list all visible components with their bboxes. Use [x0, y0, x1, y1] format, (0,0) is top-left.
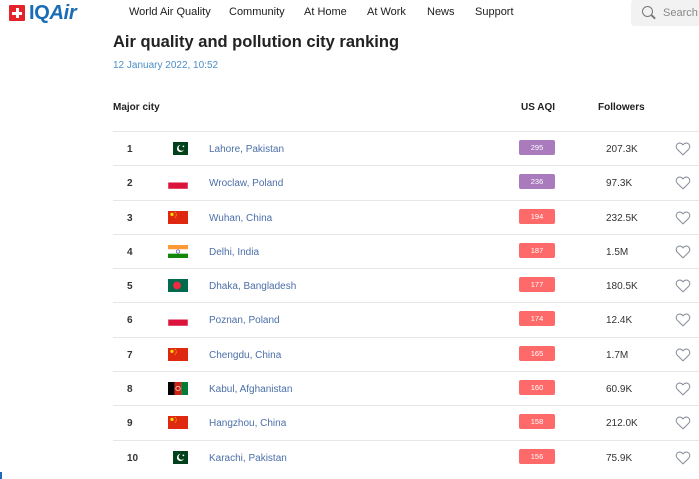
nav-support[interactable]: Support — [475, 6, 514, 18]
followers-count: 12.4K — [606, 315, 633, 327]
table-row[interactable]: 1 Lahore, Pakistan 295 207.3K — [113, 131, 699, 165]
table-row[interactable]: 10 Karachi, Pakistan 156 75.9K — [113, 439, 699, 474]
aqi-badge: 194 — [519, 208, 555, 224]
rank: 5 — [127, 281, 133, 293]
table-row[interactable]: 9 Hangzhou, China 158 212.0K — [113, 405, 699, 439]
rank: 1 — [127, 144, 133, 155]
city-link[interactable]: Poznan, Poland — [209, 315, 280, 326]
aqi-badge: 160 — [519, 380, 555, 396]
swiss-flag-icon — [9, 5, 25, 21]
city-link[interactable]: Dhaka, Bangladesh — [209, 281, 296, 292]
city-link[interactable]: Hangzhou, China — [209, 418, 286, 429]
heart-icon[interactable] — [675, 450, 691, 465]
ranking-table: 1 Lahore, Pakistan 295 207.3K 2 Wroclaw, Pola… — [113, 131, 699, 474]
poland-flag-icon — [168, 313, 188, 327]
heart-icon[interactable] — [675, 141, 691, 156]
rank: 7 — [127, 349, 133, 361]
heart-icon[interactable] — [675, 381, 691, 396]
table-row[interactable]: 3 Wuhan, China 194 232.5K — [113, 199, 699, 234]
table-row[interactable]: 6 Poznan, Poland 174 12.4K — [113, 302, 699, 336]
table-row[interactable]: 5 Dhaka, Bangladesh 177 180.5K — [113, 268, 699, 302]
city-link[interactable]: Delhi, India — [209, 247, 259, 258]
followers-count: 60.9K — [606, 384, 633, 396]
city-link[interactable]: Wroclaw, Poland — [209, 178, 283, 189]
top-navigation-bar: IQAir World Air Quality Community At Hom… — [0, 0, 699, 27]
china-flag-icon — [168, 210, 188, 224]
rank: 2 — [127, 178, 133, 190]
rank: 3 — [127, 212, 133, 224]
rank: 8 — [127, 384, 133, 396]
followers-count: 97.3K — [606, 178, 633, 190]
table-row[interactable]: 2 Wroclaw, Poland 236 97.3K — [113, 165, 699, 199]
nav-news[interactable]: News — [427, 6, 455, 18]
logo-text: IQAir — [29, 2, 77, 24]
china-flag-icon — [168, 416, 188, 430]
pakistan-flag-icon — [168, 450, 188, 464]
table-row[interactable]: 7 Chengdu, China 165 1.7M — [113, 336, 699, 371]
india-flag-icon — [168, 244, 188, 258]
city-link[interactable]: Chengdu, China — [209, 350, 281, 361]
page-title: Air quality and pollution city ranking — [113, 33, 400, 51]
heart-icon[interactable] — [675, 244, 691, 259]
aqi-badge: 174 — [519, 311, 555, 327]
city-link[interactable]: Karachi, Pakistan — [209, 453, 287, 464]
city-link[interactable]: Lahore, Pakistan — [209, 144, 284, 155]
table-row[interactable]: 4 Delhi, India 187 1.5M — [113, 233, 699, 268]
city-link[interactable]: Wuhan, China — [209, 213, 272, 224]
followers-count: 207.3K — [606, 144, 638, 155]
column-header-aqi: US AQI — [521, 102, 556, 113]
china-flag-icon — [168, 347, 188, 361]
nav-at-work[interactable]: At Work — [367, 6, 406, 18]
aqi-badge: 158 — [519, 414, 555, 430]
pakistan-flag-icon — [168, 142, 188, 155]
timestamp: 12 January 2022, 10:52 — [113, 60, 219, 71]
aqi-badge: 177 — [519, 277, 555, 293]
aqi-badge: 187 — [519, 242, 555, 258]
heart-icon[interactable] — [675, 278, 691, 293]
search-placeholder: Search — [663, 7, 698, 19]
table-row[interactable]: 8 Kabul, Afghanistan 160 60.9K — [113, 371, 699, 405]
nav-world-air-quality[interactable]: World Air Quality — [129, 6, 211, 18]
rank: 10 — [127, 452, 139, 464]
followers-count: 212.0K — [606, 418, 638, 430]
followers-count: 75.9K — [606, 452, 633, 464]
nav-community[interactable]: Community — [229, 6, 285, 18]
search-icon — [642, 6, 653, 17]
afghanistan-flag-icon — [168, 382, 188, 396]
followers-count: 180.5K — [606, 281, 638, 293]
heart-icon[interactable] — [675, 175, 691, 190]
poland-flag-icon — [168, 176, 188, 190]
aqi-badge: 156 — [519, 448, 555, 464]
column-header-city: Major city — [113, 102, 160, 113]
rank: 6 — [127, 315, 133, 327]
followers-count: 1.7M — [606, 349, 629, 361]
heart-icon[interactable] — [675, 415, 691, 430]
search-input[interactable]: Search — [631, 0, 699, 26]
heart-icon[interactable] — [675, 347, 691, 362]
heart-icon[interactable] — [675, 312, 691, 327]
nav-at-home[interactable]: At Home — [304, 6, 347, 18]
aqi-badge: 165 — [519, 345, 555, 361]
heart-icon[interactable] — [675, 210, 691, 225]
aqi-badge: 236 — [519, 174, 555, 190]
followers-count: 1.5M — [606, 246, 629, 258]
followers-count: 232.5K — [606, 212, 638, 224]
rank: 9 — [127, 418, 133, 430]
city-link[interactable]: Kabul, Afghanistan — [209, 384, 292, 395]
aqi-badge: 295 — [519, 140, 555, 155]
edge-marker — [0, 472, 2, 479]
bangladesh-flag-icon — [168, 279, 188, 293]
iqair-logo[interactable]: IQAir — [9, 2, 77, 24]
column-header-followers: Followers — [598, 102, 645, 113]
rank: 4 — [127, 246, 133, 258]
